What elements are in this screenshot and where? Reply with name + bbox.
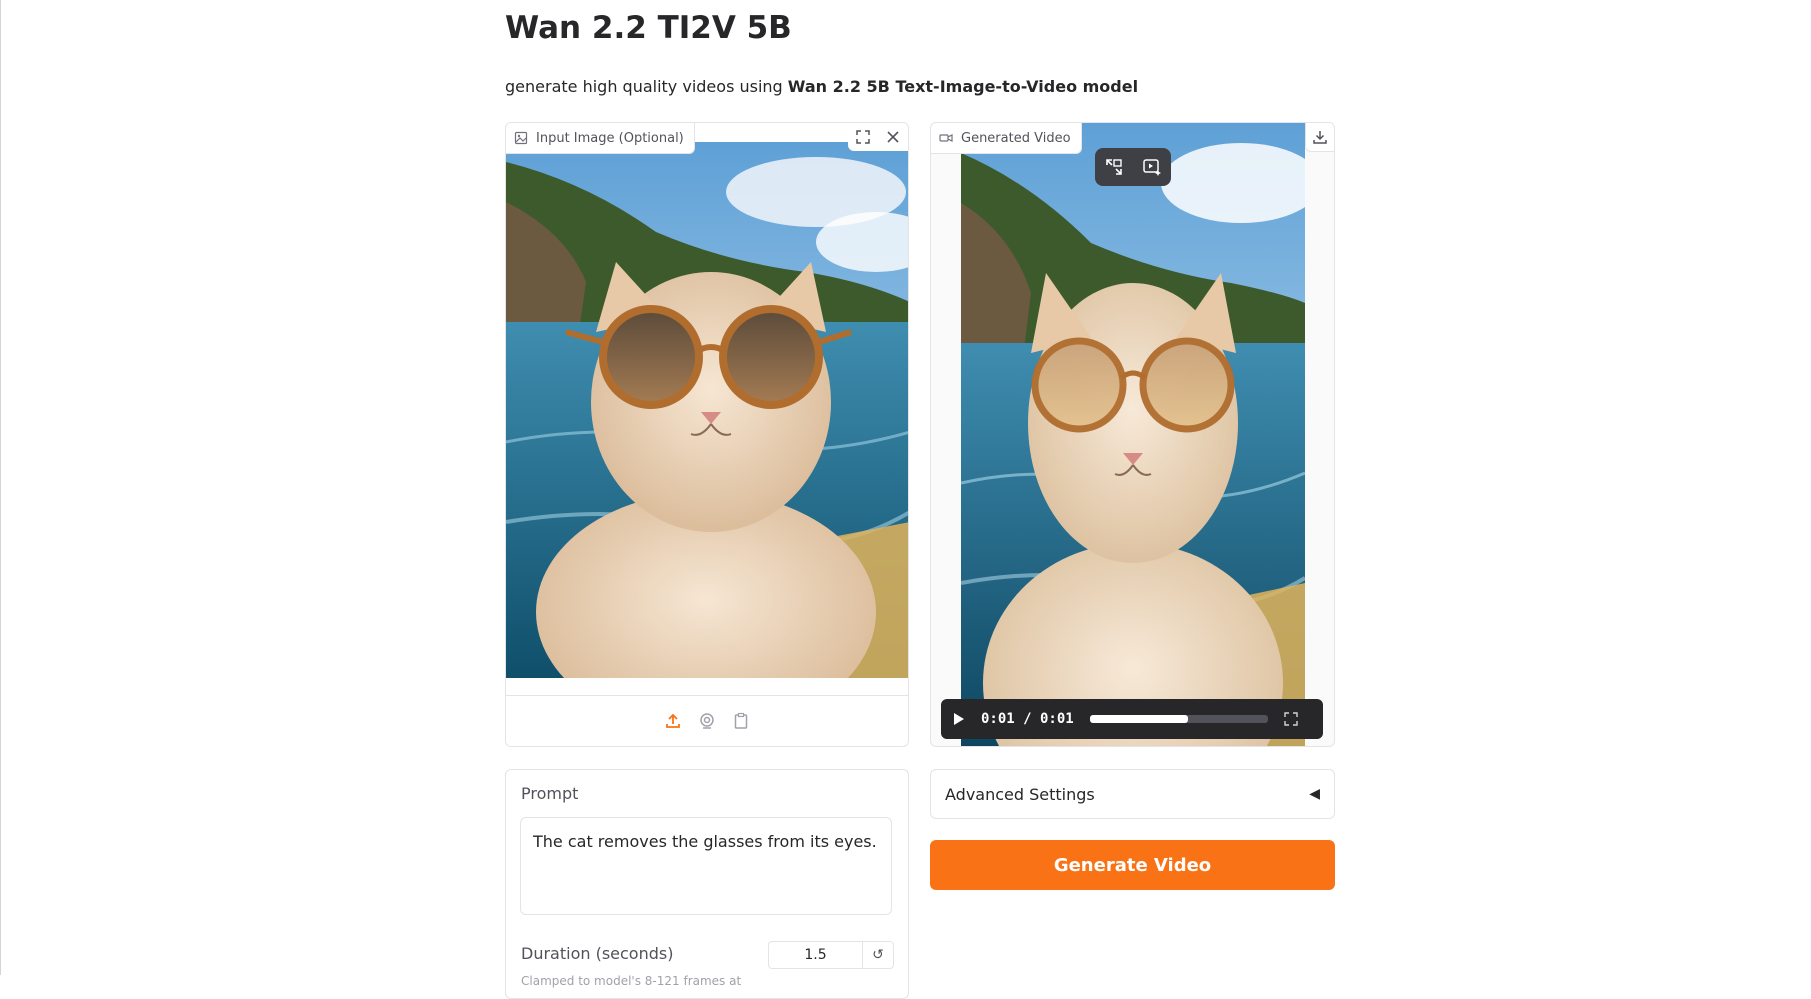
- generated-video-label: Generated Video: [931, 123, 1082, 154]
- generate-video-button[interactable]: Generate Video: [930, 840, 1335, 890]
- page-edge: [0, 0, 1, 975]
- reset-icon: ↺: [872, 947, 884, 963]
- close-icon: [887, 131, 899, 143]
- page-subtitle: generate high quality videos using Wan 2…: [505, 77, 1138, 96]
- video-frame-graphic: [961, 123, 1305, 746]
- webcam-icon: [700, 713, 714, 729]
- image-source-bar: [506, 695, 908, 746]
- trim-video-button[interactable]: [1101, 154, 1127, 180]
- video-camera-icon: [939, 134, 953, 142]
- trim-icon: [1106, 159, 1122, 175]
- video-sparkle-icon: [1143, 159, 1161, 176]
- image-icon: [514, 131, 528, 145]
- download-icon: [1313, 131, 1327, 144]
- clipboard-icon: [734, 712, 748, 729]
- subtitle-model-name: Wan 2.2 5B Text-Image-to-Video model: [787, 77, 1139, 96]
- webcam-button[interactable]: [696, 710, 718, 732]
- generated-video-label-text: Generated Video: [961, 130, 1071, 146]
- input-image-panel[interactable]: Input Image (Optional): [505, 122, 909, 747]
- video-player[interactable]: [961, 123, 1305, 746]
- video-controls: 0:01 / 0:01: [941, 699, 1323, 739]
- input-image-label: Input Image (Optional): [506, 123, 695, 154]
- advanced-settings-label: Advanced Settings: [945, 784, 1095, 804]
- clear-image-button[interactable]: [878, 123, 908, 151]
- advanced-settings-accordion[interactable]: Advanced Settings ◀: [930, 769, 1335, 819]
- subtitle-text: generate high quality videos using: [505, 77, 788, 96]
- generated-video-panel: Generated Video 0:01 / 0:01: [930, 122, 1335, 747]
- duration-input[interactable]: 1.5: [768, 941, 863, 969]
- input-image-tools: [848, 123, 908, 151]
- page-title: Wan 2.2 TI2V 5B: [505, 10, 792, 46]
- input-image-label-text: Input Image (Optional): [536, 130, 684, 146]
- duration-reset-button[interactable]: ↺: [862, 941, 894, 969]
- upload-button[interactable]: [662, 710, 684, 732]
- prompt-label: Prompt: [521, 784, 579, 803]
- duration-hint: Clamped to model's 8-121 frames at: [521, 974, 742, 988]
- fullscreen-icon: [1284, 712, 1298, 726]
- play-button[interactable]: [941, 712, 977, 726]
- video-time-display: 0:01 / 0:01: [981, 711, 1074, 727]
- download-button[interactable]: [1305, 123, 1334, 152]
- upload-icon: [666, 713, 680, 728]
- video-progress-bar[interactable]: [1089, 715, 1268, 723]
- fullscreen-button[interactable]: [848, 123, 878, 151]
- video-progress-fill: [1089, 715, 1188, 723]
- clipboard-button[interactable]: [730, 710, 752, 732]
- play-icon: [954, 713, 964, 725]
- input-image-preview: [506, 142, 908, 678]
- video-overlay-toolbar: [1095, 148, 1171, 186]
- video-fullscreen-button[interactable]: [1282, 710, 1300, 728]
- prompt-panel: Prompt The cat removes the glasses from …: [505, 769, 909, 999]
- cat-photo-graphic: [506, 142, 908, 678]
- duration-label: Duration (seconds): [521, 944, 674, 963]
- fullscreen-icon: [856, 130, 870, 144]
- collapse-arrow-icon: ◀: [1309, 786, 1320, 802]
- video-effect-button[interactable]: [1139, 154, 1165, 180]
- prompt-textarea[interactable]: The cat removes the glasses from its eye…: [520, 817, 892, 915]
